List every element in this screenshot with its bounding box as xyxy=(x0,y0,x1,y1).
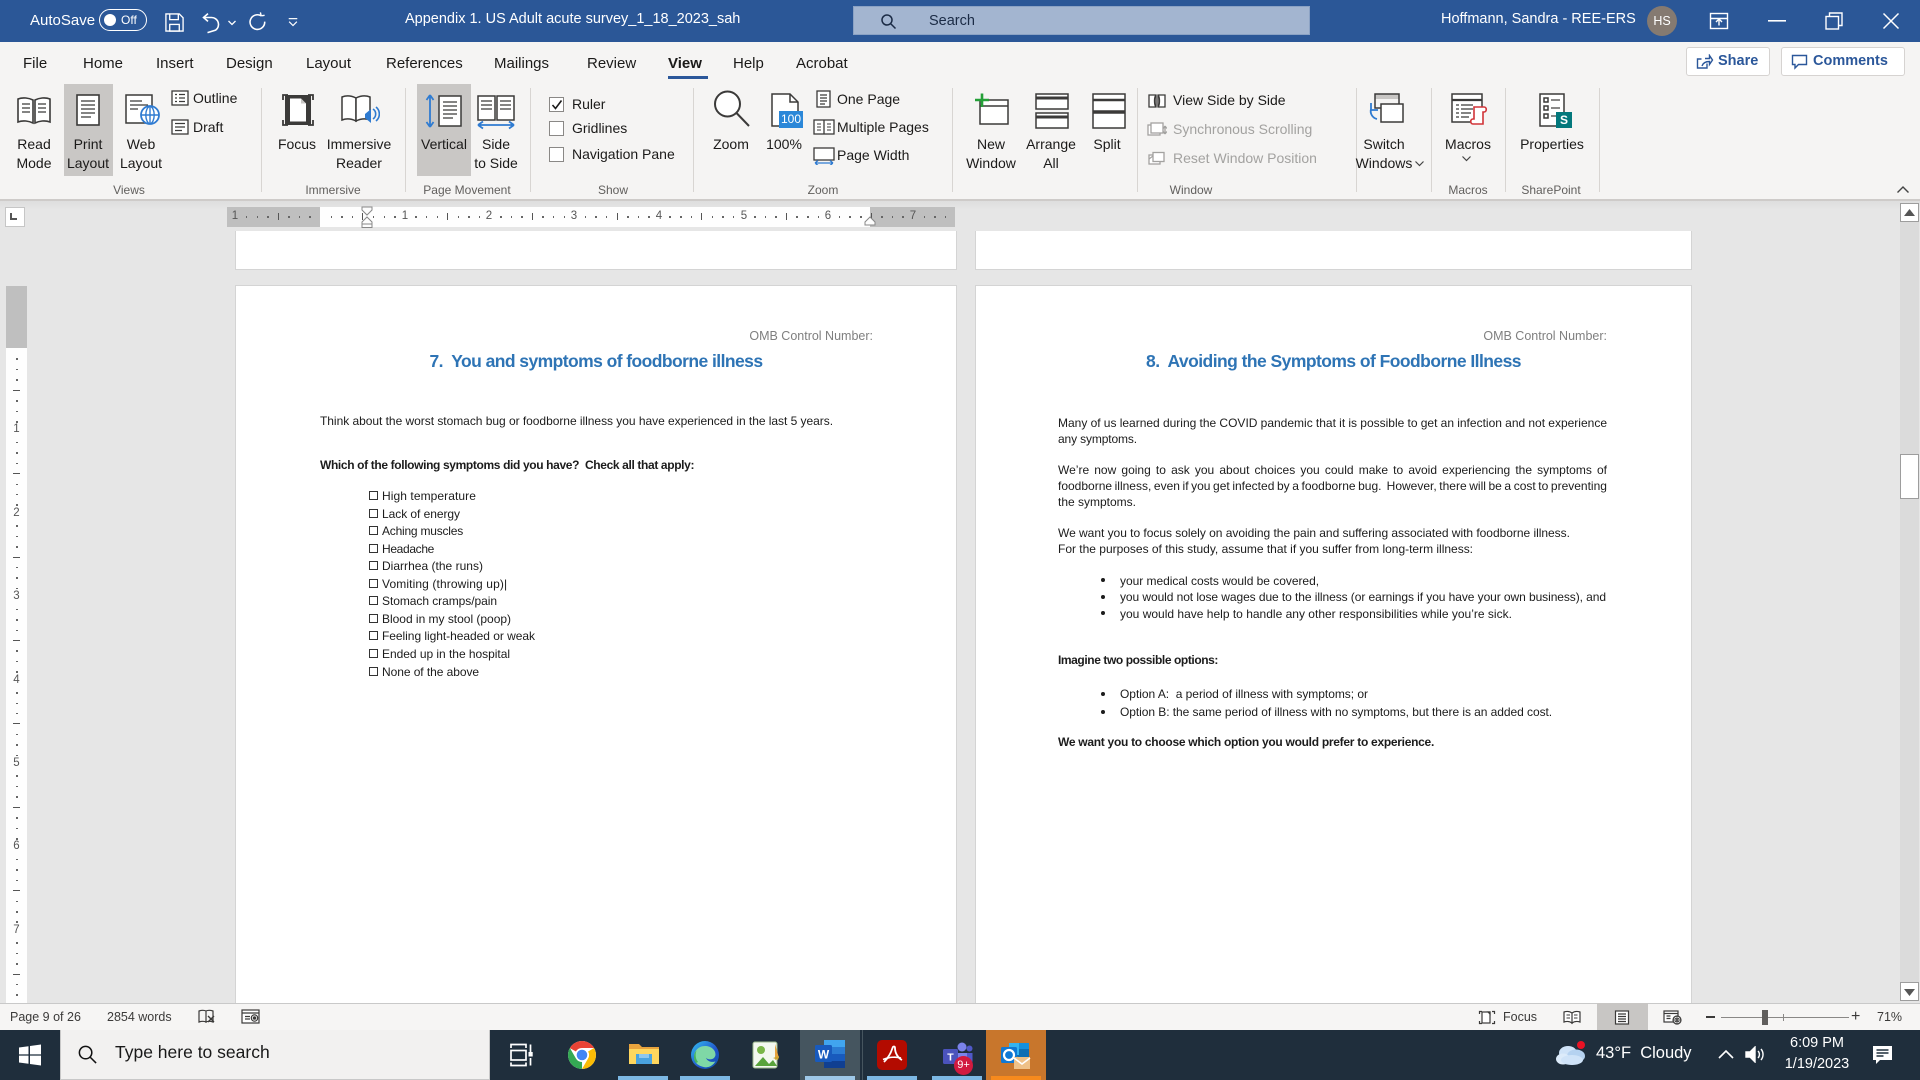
svg-text:W: W xyxy=(818,1048,830,1062)
svg-text:S: S xyxy=(1560,113,1568,127)
svg-text:T: T xyxy=(947,1052,954,1064)
